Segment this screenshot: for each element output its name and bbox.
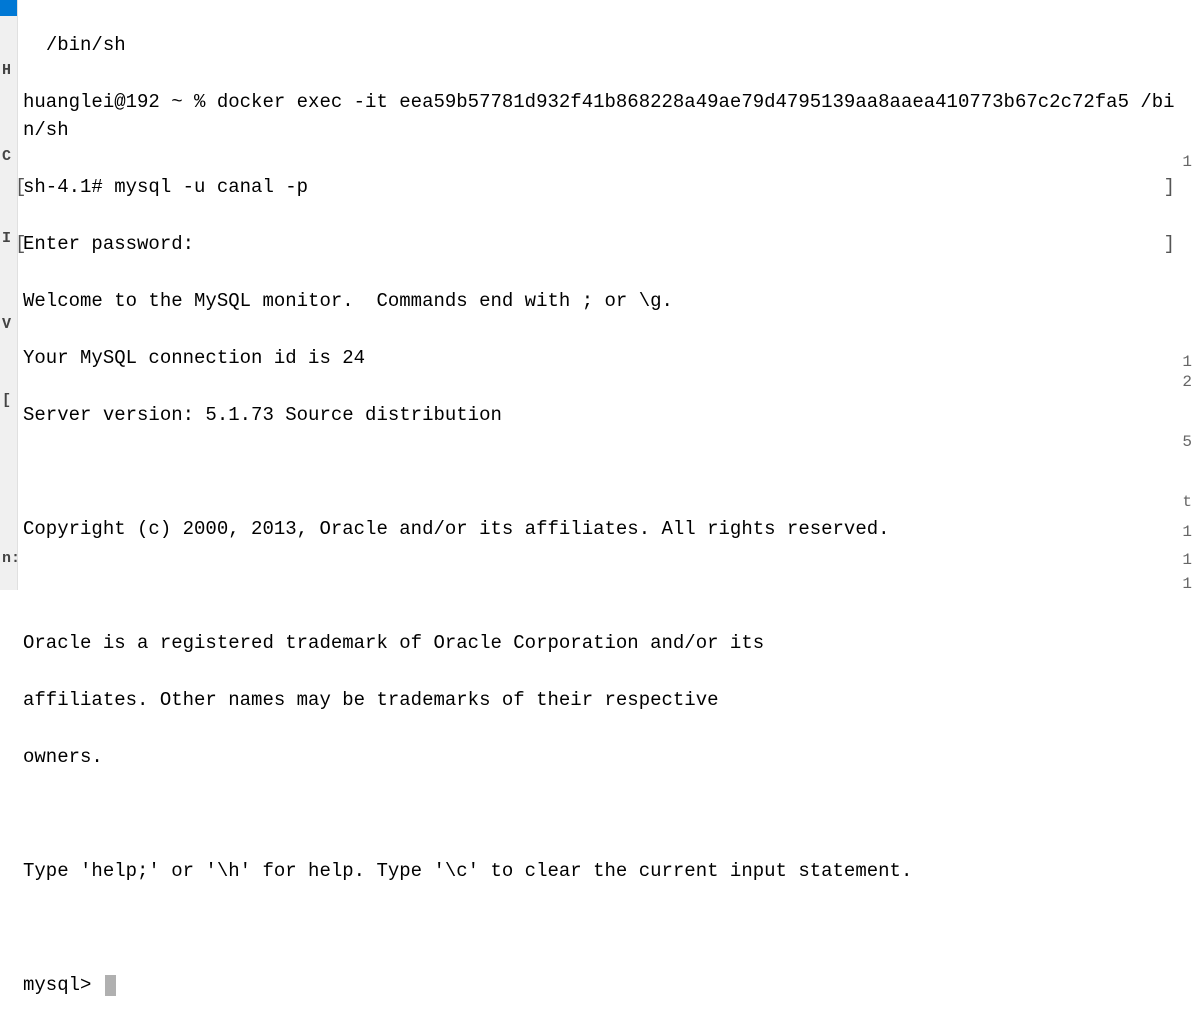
terminal-line: /bin/sh bbox=[23, 31, 1177, 60]
terminal-blank bbox=[23, 458, 1177, 487]
terminal-prompt-line: mysql> bbox=[23, 971, 1177, 1000]
bracket-icon: [ bbox=[15, 173, 26, 202]
mysql-prompt: mysql> bbox=[23, 974, 103, 996]
gutter-glyph: V bbox=[2, 314, 11, 337]
bracket-icon: ] bbox=[1164, 230, 1175, 259]
gutter-glyph: H bbox=[2, 60, 11, 83]
terminal-line: Copyright (c) 2000, 2013, Oracle and/or … bbox=[23, 515, 1177, 544]
edge-glyph: t bbox=[1182, 490, 1192, 514]
edge-glyph: 1 bbox=[1182, 548, 1192, 572]
edge-glyph: 1 bbox=[1182, 572, 1192, 590]
terminal-text: Enter password: bbox=[23, 233, 194, 255]
editor-gutter-left: H C I V [ n: bbox=[0, 0, 18, 590]
gutter-glyph: I bbox=[2, 228, 11, 251]
terminal-line: Oracle is a registered trademark of Orac… bbox=[23, 629, 1177, 658]
terminal-blank bbox=[23, 572, 1177, 601]
gutter-glyph: C bbox=[2, 146, 11, 169]
edge-glyph: 1 bbox=[1182, 520, 1192, 544]
terminal-line: huanglei@192 ~ % docker exec -it eea59b5… bbox=[23, 88, 1177, 145]
terminal-blank bbox=[23, 914, 1177, 943]
edge-glyph: 5 bbox=[1182, 430, 1192, 454]
terminal-text: sh-4.1# mysql -u canal -p bbox=[23, 176, 308, 198]
terminal-line: owners. bbox=[23, 743, 1177, 772]
gutter-highlight bbox=[0, 0, 18, 16]
terminal-line: Welcome to the MySQL monitor. Commands e… bbox=[23, 287, 1177, 316]
terminal-blank bbox=[23, 800, 1177, 829]
bracket-icon: ] bbox=[1164, 173, 1175, 202]
cursor-icon bbox=[105, 975, 116, 996]
edge-glyph: 1 bbox=[1182, 150, 1192, 174]
terminal-output[interactable]: /bin/sh huanglei@192 ~ % docker exec -it… bbox=[21, 0, 1177, 590]
terminal-line: [Enter password:] bbox=[23, 230, 1177, 259]
terminal-line: Your MySQL connection id is 24 bbox=[23, 344, 1177, 373]
terminal-line: affiliates. Other names may be trademark… bbox=[23, 686, 1177, 715]
editor-right-edge: 1125t111 bbox=[1180, 0, 1192, 590]
edge-glyph: 2 bbox=[1182, 370, 1192, 394]
bracket-icon: [ bbox=[15, 230, 26, 259]
terminal-line: Type 'help;' or '\h' for help. Type '\c'… bbox=[23, 857, 1177, 886]
terminal-line: [sh-4.1# mysql -u canal -p] bbox=[23, 173, 1177, 202]
terminal-line: Server version: 5.1.73 Source distributi… bbox=[23, 401, 1177, 430]
gutter-glyph: [ bbox=[2, 390, 11, 413]
gutter-glyph: n: bbox=[2, 548, 18, 571]
